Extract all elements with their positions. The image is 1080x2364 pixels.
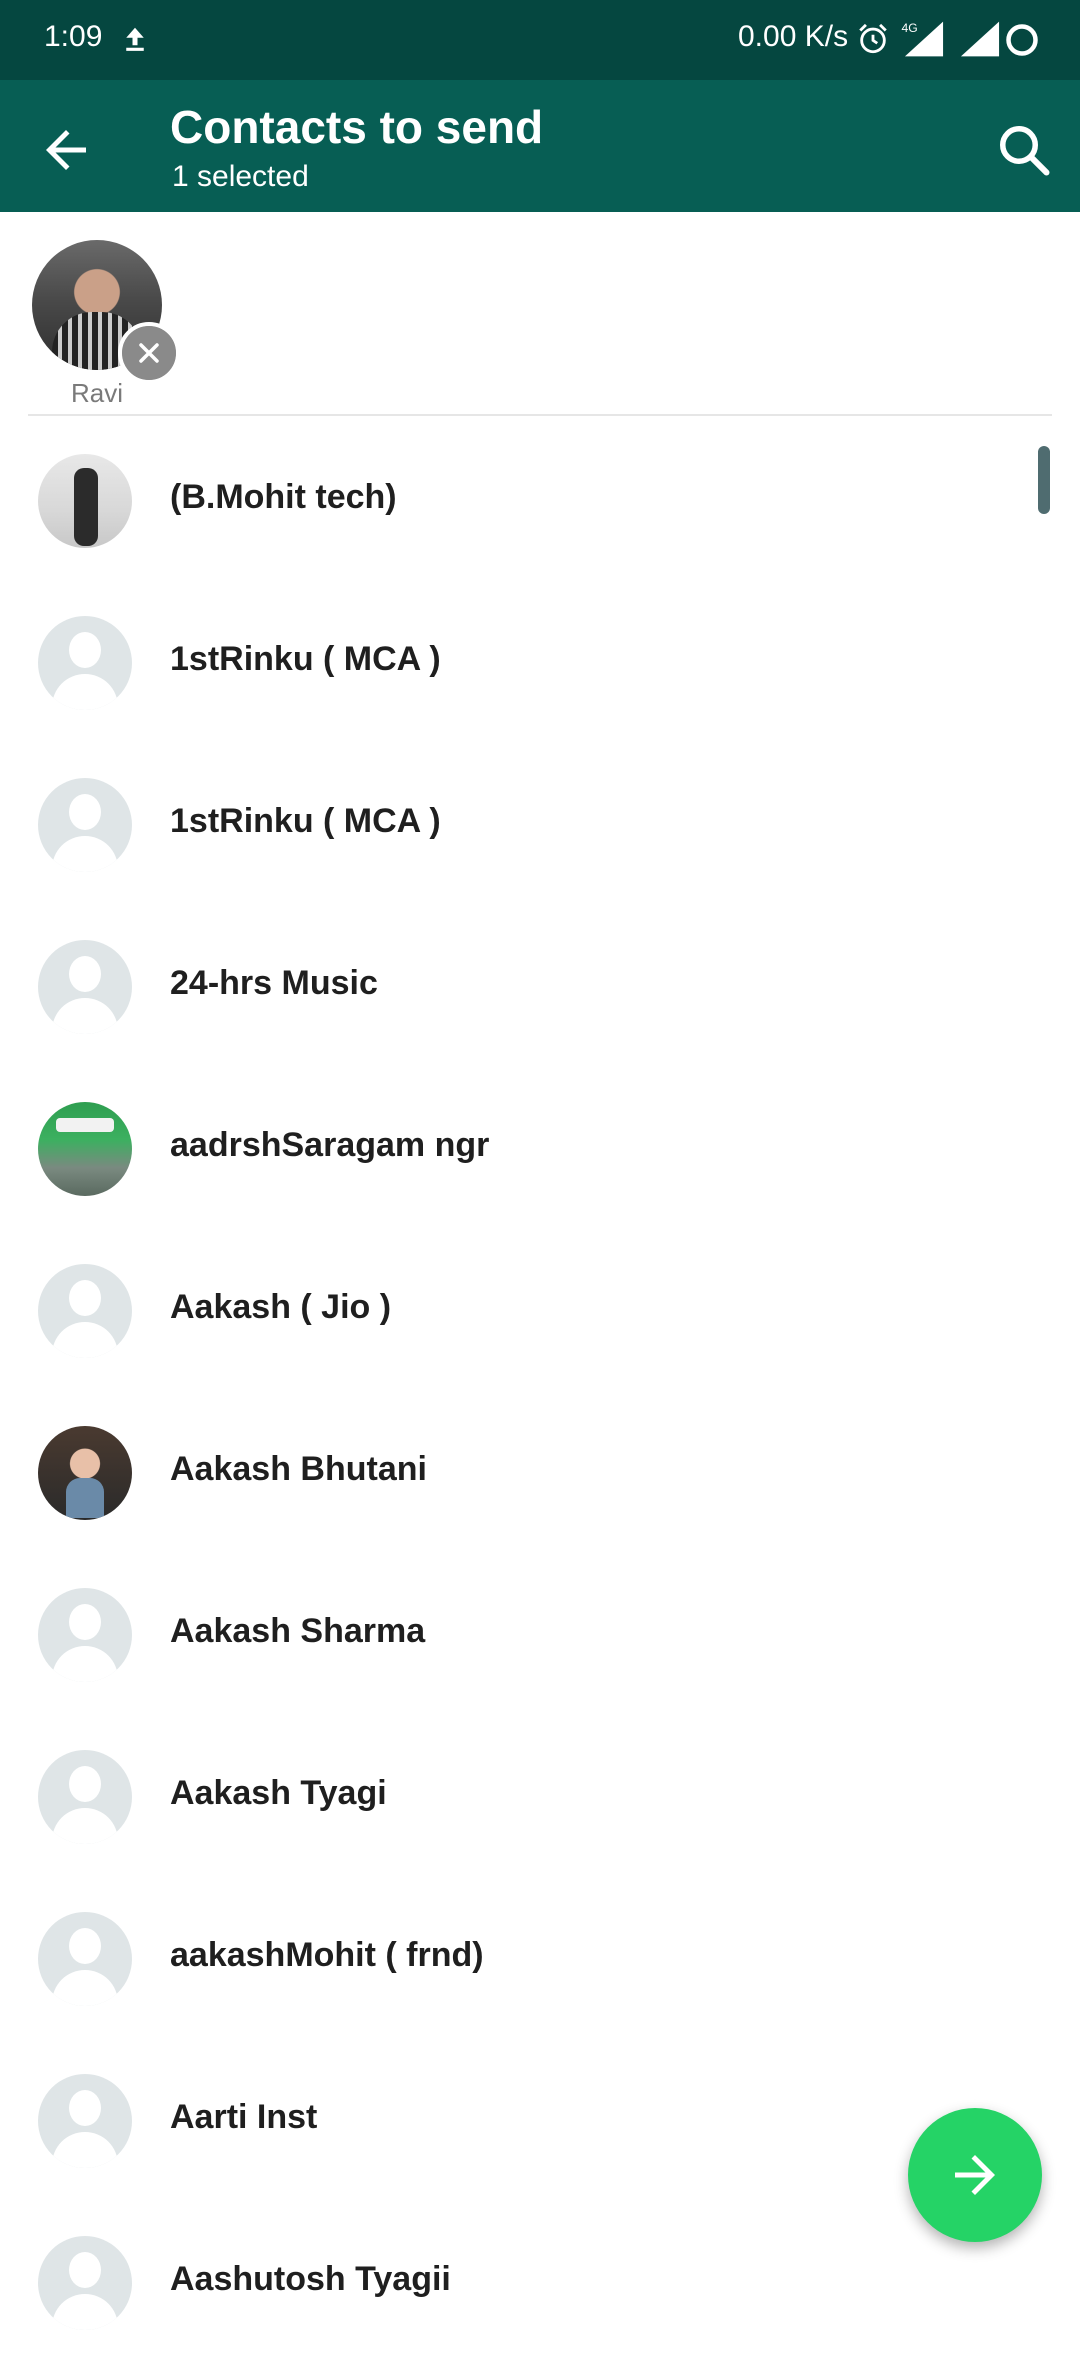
default-avatar-icon bbox=[38, 1912, 132, 2006]
avatar bbox=[38, 454, 132, 548]
default-avatar-icon bbox=[38, 1588, 132, 1682]
list-item[interactable]: Aakash ( Jio ) bbox=[0, 1230, 1080, 1392]
divider bbox=[28, 414, 1052, 416]
contact-name: Aarti Inst bbox=[170, 2098, 318, 2136]
svg-text:4G: 4G bbox=[901, 21, 917, 35]
default-avatar-icon bbox=[38, 616, 132, 710]
app-toolbar: Contacts to send 1 selected bbox=[0, 80, 1080, 212]
list-item[interactable]: Aakash Sharma bbox=[0, 1554, 1080, 1716]
selected-contact-chip[interactable]: Ravi bbox=[30, 226, 180, 410]
network-speed: 0.00 K/s bbox=[738, 20, 849, 53]
close-icon[interactable] bbox=[118, 322, 180, 384]
search-icon[interactable] bbox=[994, 120, 1054, 180]
status-bar: 1:09 0.00 K/s 4G bbox=[0, 0, 1080, 80]
arrow-forward-icon bbox=[955, 2155, 995, 2195]
list-item[interactable]: aakashMohit ( frnd) bbox=[0, 1878, 1080, 2040]
contact-name: aadrshSaragam ngr bbox=[170, 1126, 490, 1164]
selected-contacts-strip: Ravi bbox=[0, 212, 1080, 416]
list-item[interactable]: 1stRinku ( MCA ) bbox=[0, 582, 1080, 744]
selected-contact-name: Ravi bbox=[70, 378, 123, 408]
contact-name: Aakash Sharma bbox=[170, 1612, 426, 1650]
default-avatar-icon bbox=[38, 1750, 132, 1844]
selection-count: 1 selected bbox=[172, 160, 309, 193]
scrollbar-thumb[interactable] bbox=[1038, 446, 1050, 514]
arrow-back-icon[interactable] bbox=[36, 120, 96, 180]
battery-icon bbox=[1006, 24, 1038, 56]
list-item[interactable]: (B.Mohit tech) bbox=[0, 420, 1080, 582]
list-item[interactable]: Aakash Tyagi bbox=[0, 1716, 1080, 1878]
contact-name: 1stRinku ( MCA ) bbox=[170, 802, 441, 840]
default-avatar-icon bbox=[38, 2074, 132, 2168]
contact-name: 24-hrs Music bbox=[170, 964, 378, 1002]
page-title: Contacts to send bbox=[170, 101, 544, 153]
contact-name: 1stRinku ( MCA ) bbox=[170, 640, 441, 678]
alarm-icon bbox=[859, 23, 887, 54]
contact-name: Aakash ( Jio ) bbox=[170, 1288, 392, 1326]
default-avatar-icon bbox=[38, 2236, 132, 2330]
default-avatar-icon bbox=[38, 940, 132, 1034]
upload-icon bbox=[126, 27, 144, 51]
contact-name: (B.Mohit tech) bbox=[170, 478, 397, 516]
signal-icon bbox=[960, 21, 1000, 57]
contact-name: aakashMohit ( frnd) bbox=[170, 1936, 484, 1974]
default-avatar-icon bbox=[38, 1264, 132, 1358]
list-item[interactable]: aadrshSaragam ngr bbox=[0, 1068, 1080, 1230]
contact-name: Aakash Tyagi bbox=[170, 1774, 387, 1812]
avatar bbox=[38, 1426, 132, 1520]
status-time: 1:09 bbox=[44, 20, 103, 53]
send-button[interactable] bbox=[908, 2108, 1042, 2242]
list-item[interactable]: Aashutosh Tyagii bbox=[0, 2202, 1080, 2364]
contact-name: Aakash Bhutani bbox=[170, 1450, 427, 1488]
list-item[interactable]: 1stRinku ( MCA ) bbox=[0, 744, 1080, 906]
signal-4g-icon: 4G bbox=[901, 21, 944, 57]
avatar bbox=[38, 1102, 132, 1196]
default-avatar-icon bbox=[38, 778, 132, 872]
list-item[interactable]: Aakash Bhutani bbox=[0, 1392, 1080, 1554]
list-item[interactable]: 24-hrs Music bbox=[0, 906, 1080, 1068]
